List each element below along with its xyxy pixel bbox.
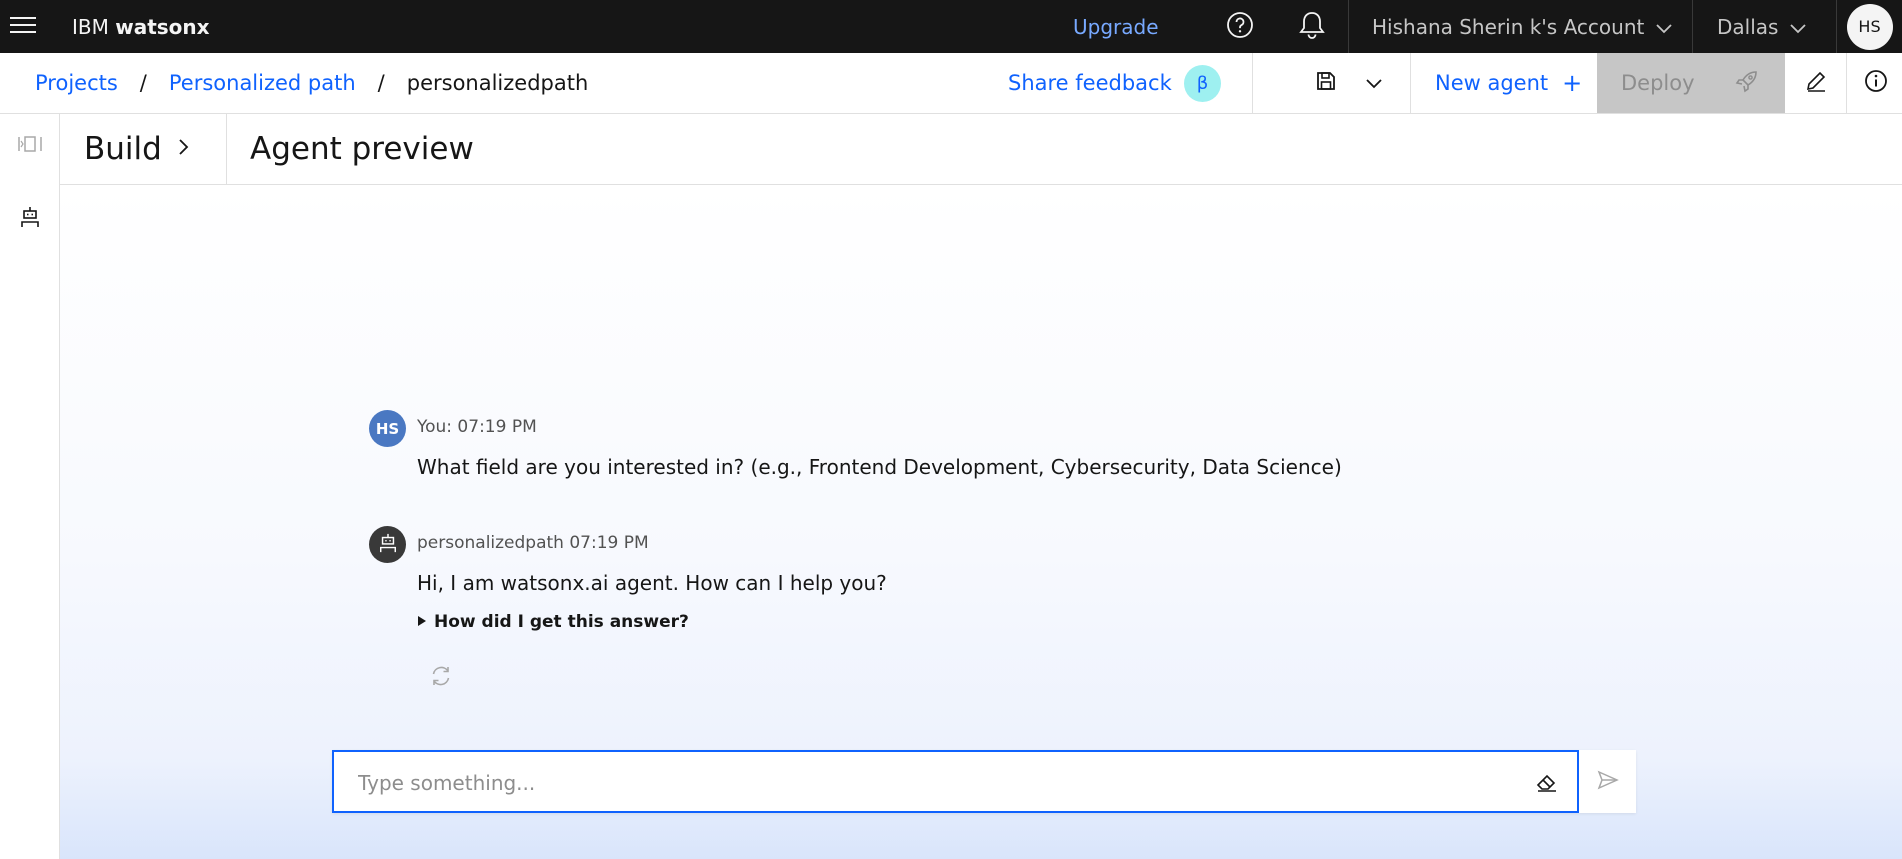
- breadcrumb: Projects / Personalized path / personali…: [35, 53, 588, 113]
- user-avatar: HS: [369, 410, 406, 447]
- help-icon: [1226, 11, 1254, 43]
- page-header: Build Agent preview: [60, 114, 1902, 185]
- new-agent-label: New agent: [1435, 71, 1549, 95]
- chevron-down-icon: [1366, 74, 1382, 93]
- divider: [1252, 53, 1253, 113]
- upgrade-link[interactable]: Upgrade: [1073, 0, 1159, 53]
- clear-chat-button[interactable]: [1535, 770, 1559, 798]
- breadcrumb-personalized-path[interactable]: Personalized path: [169, 71, 356, 95]
- refresh-icon: [429, 666, 453, 692]
- new-agent-button[interactable]: New agent +: [1435, 53, 1582, 113]
- message-meta: personalizedpath 07:19 PM: [417, 533, 649, 553]
- deploy-label: Deploy: [1621, 71, 1695, 95]
- panel-toggle-icon: [17, 136, 42, 156]
- breadcrumb-separator: /: [377, 71, 385, 95]
- message-text: Hi, I am watsonx.ai agent. How can I hel…: [417, 571, 887, 595]
- caret-right-icon: [417, 612, 427, 632]
- chevron-right-icon: [178, 138, 190, 160]
- message-text: What field are you interested in? (e.g.,…: [417, 455, 1342, 479]
- divider: [1410, 53, 1411, 113]
- robot-icon: [378, 533, 398, 557]
- chevron-down-icon: [1790, 15, 1807, 39]
- agent-avatar: [369, 526, 406, 563]
- region-name: Dallas: [1717, 14, 1779, 39]
- agent-nav-button[interactable]: [0, 206, 59, 232]
- rocket-icon: [1735, 69, 1759, 98]
- brand-name: watsonx: [115, 14, 210, 39]
- chat-area: HS You: 07:19 PM What field are you inte…: [60, 185, 1902, 859]
- save-options-button[interactable]: [1360, 53, 1388, 113]
- breadcrumb-current: personalizedpath: [406, 71, 589, 95]
- eraser-icon: [1535, 774, 1559, 798]
- region-switcher[interactable]: Dallas: [1692, 0, 1834, 53]
- breadcrumb-separator: /: [139, 71, 147, 95]
- send-icon: [1597, 769, 1619, 795]
- explain-answer-label: How did I get this answer?: [434, 612, 689, 632]
- robot-icon: [19, 206, 41, 232]
- regenerate-button[interactable]: [429, 664, 453, 692]
- avatar: HS: [1846, 3, 1893, 50]
- beta-badge: β: [1184, 53, 1221, 113]
- account-name: Hishana Sherin k's Account: [1372, 14, 1645, 39]
- menu-icon: [10, 15, 36, 39]
- send-button[interactable]: [1579, 750, 1636, 813]
- page-title: Agent preview: [250, 131, 474, 167]
- chat-input-container: [332, 750, 1579, 813]
- divider: [1846, 53, 1847, 113]
- beta-icon: β: [1184, 64, 1221, 102]
- info-button[interactable]: [1850, 53, 1902, 113]
- chat-input[interactable]: [356, 752, 1510, 813]
- left-rail: [0, 114, 60, 859]
- chat-input-bar: [332, 750, 1636, 813]
- divider: [226, 114, 227, 184]
- share-feedback-link[interactable]: Share feedback: [1008, 53, 1172, 113]
- bell-icon: [1298, 10, 1326, 44]
- edit-button[interactable]: [1790, 53, 1842, 113]
- top-header: IBM watsonx Upgrade Hishana Sherin k's A…: [0, 0, 1902, 53]
- toggle-panel-button[interactable]: [0, 136, 59, 156]
- save-button[interactable]: [1310, 53, 1342, 113]
- deploy-button[interactable]: Deploy: [1597, 53, 1785, 113]
- plus-icon: +: [1562, 69, 1583, 97]
- explain-answer-toggle[interactable]: How did I get this answer?: [417, 612, 689, 632]
- build-tab[interactable]: Build: [84, 114, 162, 184]
- expand-build-button[interactable]: [178, 114, 190, 184]
- pencil-icon: [1805, 70, 1827, 96]
- account-switcher[interactable]: Hishana Sherin k's Account: [1348, 0, 1692, 53]
- breadcrumb-toolbar: Projects / Personalized path / personali…: [0, 53, 1902, 114]
- info-icon: [1864, 69, 1888, 97]
- save-icon: [1315, 70, 1337, 96]
- user-avatar-button[interactable]: HS: [1836, 0, 1902, 53]
- hamburger-menu-button[interactable]: [0, 0, 46, 53]
- help-button[interactable]: [1222, 0, 1258, 53]
- product-brand[interactable]: IBM watsonx: [72, 0, 210, 53]
- chevron-down-icon: [1656, 15, 1672, 39]
- notifications-button[interactable]: [1294, 0, 1330, 53]
- breadcrumb-projects[interactable]: Projects: [35, 71, 118, 95]
- message-meta: You: 07:19 PM: [417, 417, 537, 437]
- brand-prefix: IBM: [72, 14, 109, 39]
